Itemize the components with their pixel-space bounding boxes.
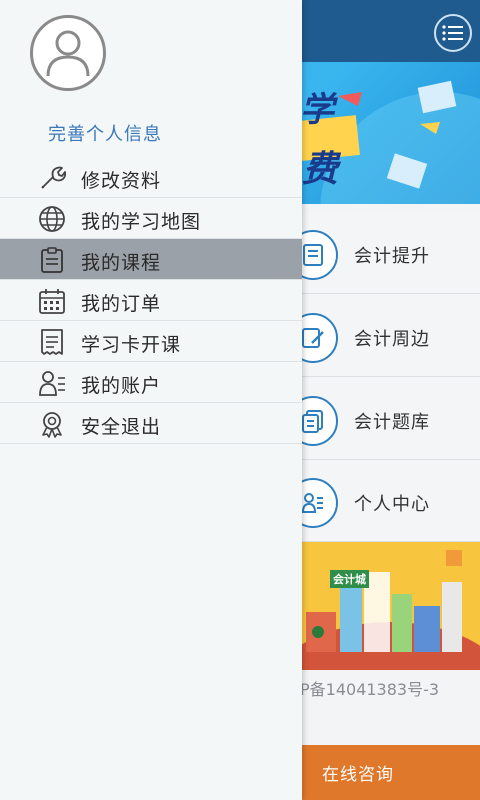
navigation-drawer: 完善个人信息 修改资料 我的学习地图 我的课程 我的订单 学习卡开课 我的账户 … [0,0,302,800]
menu-item-label: 修改资料 [81,170,162,192]
menu-item-label: 我的订单 [81,293,162,315]
banner-glyph: 费 [302,149,339,190]
consult-label: 在线咨询 [322,765,394,785]
feature-label: 会计提升 [354,246,430,267]
menu-item-label: 安全退出 [81,416,162,438]
online-consult-button[interactable]: 在线咨询 [300,745,480,800]
complete-profile-link[interactable]: 完善个人信息 [48,120,162,146]
user-list-icon [38,369,66,397]
menu-button[interactable] [434,14,472,52]
calendar-icon [38,287,66,315]
clipboard-icon [38,246,66,274]
promo-sign: 会计城 [330,570,369,588]
menu-item-logout[interactable]: 安全退出 [0,403,302,444]
award-icon [38,410,66,438]
menu-item-label: 学习卡开课 [81,334,182,356]
list-menu-icon [442,25,463,41]
feature-label: 会计题库 [354,412,430,433]
user-avatar-icon [46,30,90,77]
menu-item-label: 我的学习地图 [81,211,202,233]
menu-item-my-courses[interactable]: 我的课程 [0,239,302,280]
drawer-menu: 修改资料 我的学习地图 我的课程 我的订单 学习卡开课 我的账户 安全退出 [0,157,302,444]
globe-icon [38,205,66,233]
receipt-icon [38,328,66,356]
wrench-icon [38,164,66,192]
feature-label: 会计周边 [354,329,430,350]
menu-item-my-account[interactable]: 我的账户 [0,362,302,403]
avatar[interactable] [30,15,106,91]
menu-item-edit-profile[interactable]: 修改资料 [0,157,302,198]
banner-glyph: 学 [300,90,334,130]
menu-item-label: 我的课程 [81,252,162,274]
menu-item-my-orders[interactable]: 我的订单 [0,280,302,321]
menu-item-learning-map[interactable]: 我的学习地图 [0,198,302,239]
icp-license-text: P备14041383号-3 [300,680,440,699]
menu-item-label: 我的账户 [81,375,162,397]
feature-label: 个人中心 [354,494,430,515]
menu-item-study-card[interactable]: 学习卡开课 [0,321,302,362]
